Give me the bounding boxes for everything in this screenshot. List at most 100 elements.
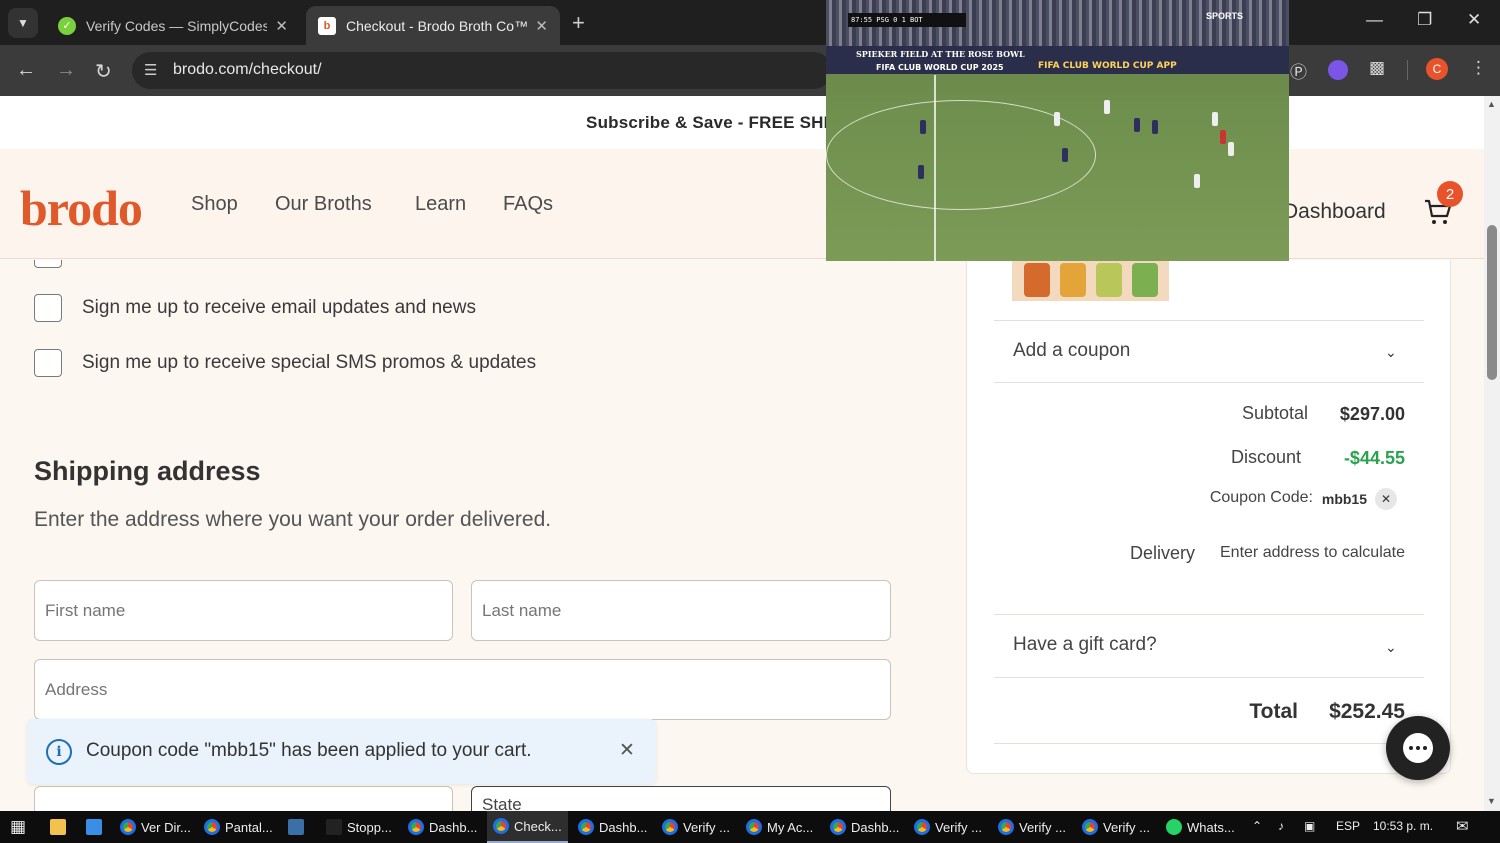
- scrollbar-thumb[interactable]: [1487, 225, 1497, 380]
- chat-button[interactable]: [1386, 716, 1450, 780]
- extensions-puzzle-icon[interactable]: ▩: [1369, 58, 1385, 78]
- clock[interactable]: 10:53 p. m.: [1373, 819, 1433, 833]
- checkout-main: Sign me up to receive email updates and …: [0, 260, 1484, 811]
- player: [1194, 174, 1200, 188]
- site-settings-icon[interactable]: ☰: [144, 61, 157, 79]
- taskbar-app-active[interactable]: Check...: [487, 811, 568, 843]
- volume-icon[interactable]: ♪: [1278, 819, 1284, 833]
- nav-faqs[interactable]: FAQs: [503, 193, 553, 216]
- player: [1152, 120, 1158, 134]
- taskbar-app[interactable]: Stopp...: [326, 811, 392, 843]
- scroll-down-icon[interactable]: ▼: [1487, 796, 1496, 806]
- add-coupon-toggle[interactable]: Add a coupon: [1013, 340, 1130, 362]
- create-account-checkbox[interactable]: [34, 260, 62, 268]
- scroll-up-icon[interactable]: ▲: [1487, 99, 1496, 109]
- windows-taskbar: ▦ Ver Dir... Pantal... Stopp... Dashb...…: [0, 811, 1500, 843]
- nav-shop[interactable]: Shop: [191, 193, 238, 216]
- divider: [994, 743, 1424, 744]
- store-icon[interactable]: [86, 811, 107, 843]
- notifications-icon[interactable]: ✉: [1456, 817, 1469, 835]
- coupon-code-label: Coupon Code:: [1209, 489, 1313, 506]
- tab-search-button[interactable]: ▼: [8, 8, 38, 38]
- player: [920, 120, 926, 134]
- sms-optin-label: Sign me up to receive special SMS promos…: [82, 352, 537, 373]
- restore-icon[interactable]: ❐: [1417, 10, 1432, 30]
- taskbar-app[interactable]: Verify ...: [1082, 811, 1150, 843]
- toolbar-divider: [1407, 60, 1408, 80]
- chevron-down-icon[interactable]: ⌄: [1385, 639, 1397, 656]
- email-optin-row[interactable]: Sign me up to receive email updates and …: [34, 294, 476, 322]
- extension-purple-icon[interactable]: [1328, 60, 1348, 80]
- nav-our-broths[interactable]: Our Broths: [275, 193, 372, 216]
- sms-optin-row[interactable]: Sign me up to receive special SMS promos…: [34, 349, 536, 377]
- browser-menu-icon[interactable]: ⋮: [1470, 58, 1487, 78]
- network-icon[interactable]: ▣: [1304, 819, 1315, 833]
- back-icon[interactable]: ←: [16, 59, 36, 82]
- page-scrollbar[interactable]: [1484, 96, 1500, 811]
- close-tab-icon[interactable]: ✕: [275, 17, 288, 35]
- close-tab-icon[interactable]: ✕: [535, 17, 548, 35]
- gift-card-toggle[interactable]: Have a gift card?: [1013, 634, 1157, 656]
- city-input[interactable]: [34, 786, 453, 811]
- broth-pouch-image: [1132, 263, 1158, 297]
- reload-icon[interactable]: ↻: [95, 59, 112, 84]
- tab-simplycodes[interactable]: ✓ Verify Codes — SimplyCodes ✕: [46, 6, 300, 45]
- taskbar-app[interactable]: Verify ...: [914, 811, 982, 843]
- tab-checkout[interactable]: b Checkout - Brodo Broth Co™ ✕: [306, 6, 560, 45]
- last-name-input[interactable]: [471, 580, 891, 641]
- close-window-icon[interactable]: ✕: [1467, 10, 1481, 30]
- taskbar-app[interactable]: Whats...: [1166, 811, 1235, 843]
- product-thumbnail: [1012, 260, 1169, 301]
- toast-message: Coupon code "mbb15" has been applied to …: [86, 740, 532, 761]
- nav-learn[interactable]: Learn: [415, 193, 466, 216]
- pip-video-window[interactable]: 87:55 PSG 0 1 BOT SPORTS SPIEKER FIELD A…: [826, 0, 1289, 261]
- venue-banner: SPIEKER FIELD AT THE ROSE BOWL: [856, 49, 1025, 59]
- taskbar-app[interactable]: Ver Dir...: [120, 811, 191, 843]
- address-input[interactable]: [34, 659, 891, 720]
- taskbar-app[interactable]: Dashb...: [408, 811, 477, 843]
- taskbar-app[interactable]: Dashb...: [830, 811, 899, 843]
- chevron-down-icon[interactable]: ⌄: [1385, 344, 1397, 361]
- cart-count-badge: 2: [1437, 181, 1463, 207]
- player: [918, 165, 924, 179]
- nav-dashboard[interactable]: Dashboard: [1283, 200, 1386, 224]
- tournament-app-banner: FIFA CLUB WORLD CUP APP: [1038, 61, 1177, 71]
- email-optin-checkbox[interactable]: [34, 294, 62, 322]
- delivery-value: Enter address to calculate: [1220, 544, 1405, 561]
- file-explorer-icon[interactable]: [50, 811, 71, 843]
- forward-icon[interactable]: →: [56, 59, 76, 82]
- taskbar-app[interactable]: [288, 811, 309, 843]
- minimize-icon[interactable]: —: [1366, 10, 1383, 30]
- state-select[interactable]: State: [471, 786, 891, 811]
- start-button[interactable]: ▦: [10, 811, 26, 843]
- address-bar[interactable]: ☰ brodo.com/checkout/: [132, 52, 832, 89]
- taskbar-app[interactable]: Verify ...: [998, 811, 1066, 843]
- url-text: brodo.com/checkout/: [173, 61, 322, 78]
- broth-pouch-image: [1060, 263, 1086, 297]
- divider: [994, 614, 1424, 615]
- taskbar-app[interactable]: My Ac...: [746, 811, 813, 843]
- close-toast-icon[interactable]: ✕: [619, 739, 635, 762]
- player: [1062, 148, 1068, 162]
- tab-title: Verify Codes — SimplyCodes: [86, 17, 268, 34]
- brodo-logo[interactable]: brodo: [20, 179, 143, 237]
- extension-w-icon[interactable]: Ⓟ: [1290, 58, 1307, 83]
- language-indicator[interactable]: ESP: [1336, 819, 1360, 833]
- checkmark-icon: ✓: [58, 16, 76, 35]
- divider: [994, 320, 1424, 321]
- first-name-input[interactable]: [34, 580, 453, 641]
- taskbar-app[interactable]: Pantal...: [204, 811, 273, 843]
- new-tab-icon[interactable]: +: [572, 10, 585, 36]
- total-label: Total: [1249, 700, 1298, 723]
- discount-label: Discount: [1230, 447, 1301, 467]
- match-scoreboard: 87:55 PSG 0 1 BOT: [848, 13, 966, 27]
- tray-chevron-icon[interactable]: ⌃: [1252, 819, 1262, 833]
- taskbar-app[interactable]: Dashb...: [578, 811, 647, 843]
- broth-pouch-image: [1096, 263, 1122, 297]
- player: [1104, 100, 1110, 114]
- profile-avatar[interactable]: C: [1426, 58, 1448, 80]
- remove-coupon-icon[interactable]: ✕: [1375, 488, 1397, 510]
- sms-optin-checkbox[interactable]: [34, 349, 62, 377]
- taskbar-app[interactable]: Verify ...: [662, 811, 730, 843]
- player: [1212, 112, 1218, 126]
